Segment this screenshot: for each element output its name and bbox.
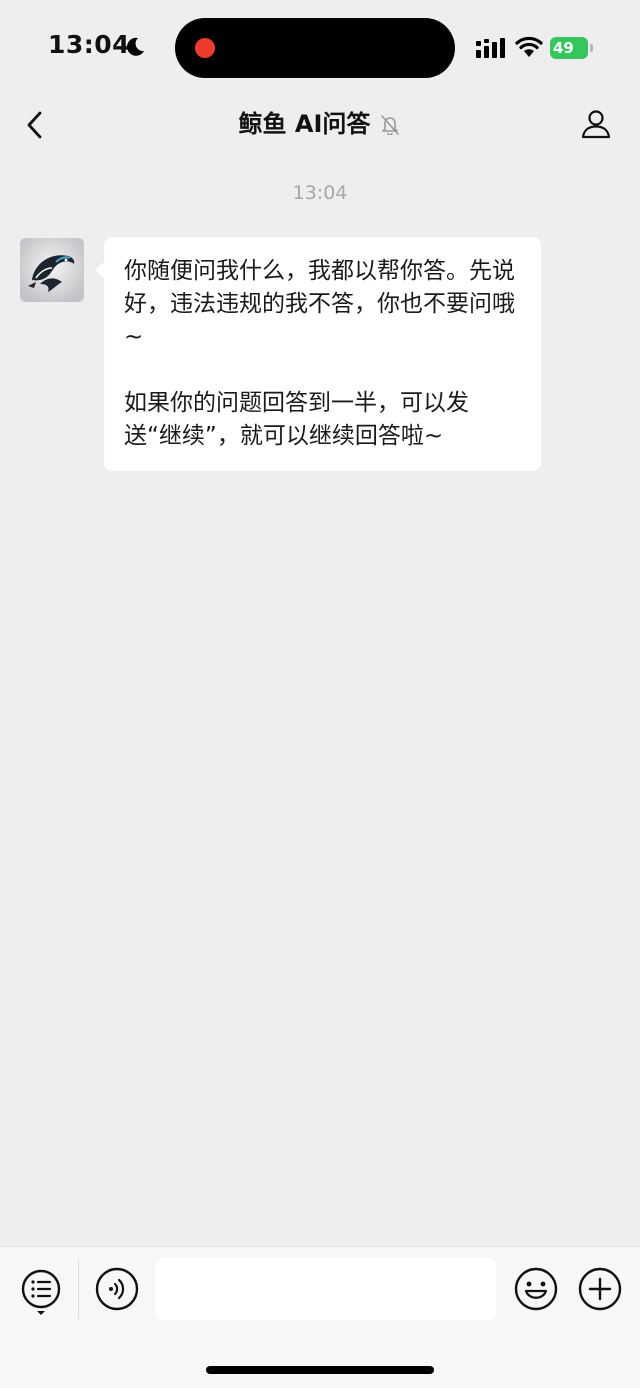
bot-avatar[interactable] xyxy=(20,238,84,302)
menu-list-button[interactable] xyxy=(18,1267,64,1317)
battery-icon: 49 xyxy=(550,37,594,59)
message-bubble[interactable]: 你随便问我什么，我都以帮你答。先说好，违法违规的我不答，你也不要问哦~ 如果你的… xyxy=(104,237,541,471)
voice-input-button[interactable] xyxy=(94,1266,140,1312)
home-indicator[interactable] xyxy=(206,1366,434,1374)
chat-title: 鲸鱼 AI问答 xyxy=(238,110,371,138)
moon-icon xyxy=(127,37,144,56)
title-container: 鲸鱼 AI问答 xyxy=(0,96,640,152)
cellular-signal-icon xyxy=(476,38,505,58)
recording-dot-icon xyxy=(195,38,215,58)
emoji-button[interactable] xyxy=(513,1266,559,1312)
message-input[interactable] xyxy=(156,1258,496,1320)
dynamic-island xyxy=(175,18,455,78)
status-time: 13:04 xyxy=(48,30,131,59)
nav-bar: 鲸鱼 AI问答 xyxy=(0,96,640,156)
whale-logo-icon xyxy=(20,238,84,302)
profile-button[interactable] xyxy=(580,108,612,140)
input-divider xyxy=(78,1259,79,1319)
add-more-button[interactable] xyxy=(577,1266,623,1312)
chat-timestamp: 13:04 xyxy=(292,182,348,204)
status-bar: 13:04 49 xyxy=(0,0,640,96)
battery-level: 49 xyxy=(550,37,588,59)
wifi-icon xyxy=(515,36,543,57)
muted-bell-icon xyxy=(381,115,400,135)
